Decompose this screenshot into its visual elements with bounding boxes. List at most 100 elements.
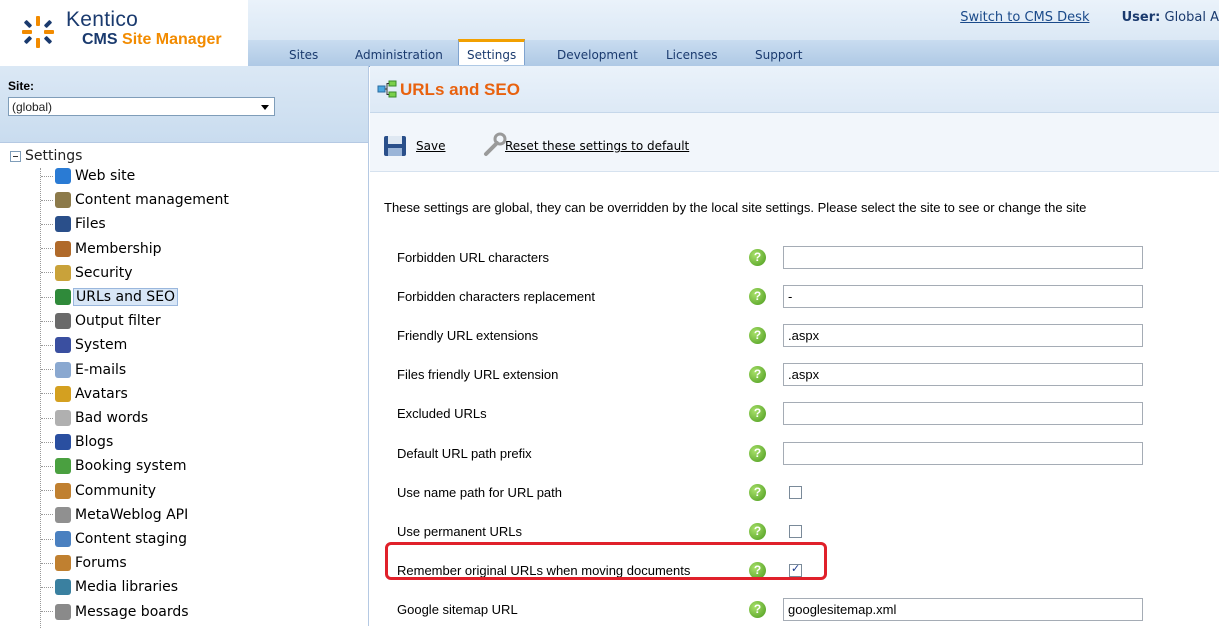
page-title: URLs and SEO bbox=[400, 80, 520, 100]
help-icon[interactable]: ? bbox=[749, 445, 766, 462]
switch-to-cms-desk-link[interactable]: Switch to CMS Desk bbox=[960, 10, 1089, 25]
help-icon[interactable]: ? bbox=[749, 327, 766, 344]
tree-item-booking-system[interactable]: Booking system bbox=[41, 458, 189, 482]
setting-label: Forbidden URL characters bbox=[397, 250, 549, 265]
tree-connector-line bbox=[41, 272, 53, 273]
site-selector-panel: Site: (global) bbox=[0, 66, 368, 143]
tree-item-avatars[interactable]: Avatars bbox=[41, 386, 130, 410]
google-sitemap-url-input[interactable]: googlesitemap.xml bbox=[783, 598, 1143, 621]
tree-item-label: Security bbox=[73, 265, 135, 281]
setting-row-files-friendly-url-extension: Files friendly URL extension?.aspx bbox=[370, 361, 1219, 389]
default-url-path-prefix-input[interactable] bbox=[783, 442, 1143, 465]
tree-item-media-libraries[interactable]: Media libraries bbox=[41, 579, 180, 603]
forbidden-url-characters-input[interactable] bbox=[783, 246, 1143, 269]
tab-sites[interactable]: Sites bbox=[289, 48, 318, 62]
tree-item-files[interactable]: Files bbox=[41, 216, 108, 240]
setting-row-friendly-url-extensions: Friendly URL extensions?.aspx bbox=[370, 322, 1219, 350]
tree-item-output-filter[interactable]: Output filter bbox=[41, 313, 163, 337]
sitemap-icon bbox=[55, 289, 71, 305]
tab-settings[interactable]: Settings bbox=[458, 39, 525, 65]
dropdown-arrow-icon bbox=[261, 105, 269, 110]
tree-item-label: URLs and SEO bbox=[73, 288, 178, 306]
site-select-value: (global) bbox=[12, 100, 52, 114]
tab-development[interactable]: Development bbox=[557, 48, 638, 62]
reset-to-default-button[interactable]: Reset these settings to default bbox=[505, 139, 689, 153]
bad-words-icon bbox=[55, 410, 71, 426]
site-label: Site: bbox=[8, 79, 34, 93]
filter-icon bbox=[55, 313, 71, 329]
collapse-icon[interactable] bbox=[10, 151, 21, 162]
setting-row-default-url-path-prefix: Default URL path prefix? bbox=[370, 440, 1219, 468]
floppy-icon[interactable] bbox=[383, 135, 407, 157]
setting-row-forbidden-url-characters: Forbidden URL characters? bbox=[370, 244, 1219, 272]
highlight-box bbox=[385, 542, 827, 580]
tree-connector-line bbox=[41, 563, 53, 564]
help-icon[interactable]: ? bbox=[749, 366, 766, 383]
tree-item-e-mails[interactable]: E-mails bbox=[41, 362, 128, 386]
floppy-icon bbox=[55, 216, 71, 232]
tree-item-message-boards[interactable]: Message boards bbox=[41, 604, 191, 628]
computer-icon bbox=[55, 337, 71, 353]
save-button[interactable]: Save bbox=[416, 139, 445, 153]
setting-label: Excluded URLs bbox=[397, 406, 487, 421]
tree-item-system[interactable]: System bbox=[41, 337, 129, 361]
help-icon[interactable]: ? bbox=[749, 601, 766, 618]
setting-row-google-sitemap-url: Google sitemap URL? googlesitemap.xml bbox=[370, 596, 1219, 624]
tree-item-label: Media libraries bbox=[73, 579, 180, 595]
tab-support[interactable]: Support bbox=[755, 48, 802, 62]
use-permanent-urls-checkbox[interactable] bbox=[789, 525, 802, 538]
tree-item-web-site[interactable]: Web site bbox=[41, 168, 137, 192]
user-name: Global A bbox=[1165, 10, 1219, 25]
tree-item-membership[interactable]: Membership bbox=[41, 241, 164, 265]
setting-label: Google sitemap URL bbox=[397, 602, 518, 617]
excluded-urls-input[interactable] bbox=[783, 402, 1143, 425]
help-icon[interactable]: ? bbox=[749, 249, 766, 266]
group-icon bbox=[55, 483, 71, 499]
tree-item-label: MetaWeblog API bbox=[73, 507, 190, 523]
header: Kentico CMS Site Manager Switch to CMS D… bbox=[0, 0, 1219, 66]
help-icon[interactable]: ? bbox=[749, 288, 766, 305]
tree-connector-line bbox=[41, 345, 53, 346]
global-settings-info: These settings are global, they can be o… bbox=[384, 200, 1219, 215]
tree-connector-line bbox=[41, 514, 53, 515]
kentico-logo[interactable]: Kentico CMS Site Manager bbox=[8, 4, 248, 64]
tree-item-blogs[interactable]: Blogs bbox=[41, 434, 115, 458]
sitemap-icon bbox=[377, 80, 397, 98]
help-icon[interactable]: ? bbox=[749, 405, 766, 422]
tree-connector-line bbox=[41, 418, 53, 419]
content-pane: URLs and SEO Save Reset these settings t… bbox=[370, 66, 1219, 626]
setting-label: Forbidden characters replacement bbox=[397, 289, 595, 304]
wrench-icon[interactable] bbox=[480, 130, 508, 158]
tree-item-forums[interactable]: Forums bbox=[41, 555, 129, 579]
tree-item-content-management[interactable]: Content management bbox=[41, 192, 231, 216]
tree-connector-line bbox=[41, 466, 53, 467]
files-friendly-url-extension-input[interactable]: .aspx bbox=[783, 363, 1143, 386]
tree-item-security[interactable]: Security bbox=[41, 265, 135, 289]
kentico-logo-icon bbox=[20, 14, 56, 50]
left-pane: Site: (global) Settings Web site Content … bbox=[0, 66, 369, 626]
tree-root-label: Settings bbox=[25, 148, 82, 164]
tree-item-bad-words[interactable]: Bad words bbox=[41, 410, 150, 434]
site-select[interactable]: (global) bbox=[8, 97, 275, 116]
friendly-url-extensions-input[interactable]: .aspx bbox=[783, 324, 1143, 347]
help-icon[interactable]: ? bbox=[749, 484, 766, 501]
forums-icon bbox=[55, 555, 71, 571]
top-links: Switch to CMS Desk User: Global A bbox=[960, 10, 1219, 25]
link-icon bbox=[55, 507, 71, 523]
globe-icon bbox=[55, 168, 71, 184]
tree-item-label: Web site bbox=[73, 168, 137, 184]
tab-administration[interactable]: Administration bbox=[355, 48, 443, 62]
tree-item-metaweblog-api[interactable]: MetaWeblog API bbox=[41, 507, 190, 531]
tab-licenses[interactable]: Licenses bbox=[666, 48, 718, 62]
setting-label: Use name path for URL path bbox=[397, 485, 562, 500]
forbidden-characters-replacement-input[interactable]: - bbox=[783, 285, 1143, 308]
tree-item-community[interactable]: Community bbox=[41, 483, 158, 507]
user-icon bbox=[55, 241, 71, 257]
setting-row-use-name-path-for-url-path: Use name path for URL path? bbox=[370, 479, 1219, 507]
tree-item-content-staging[interactable]: Content staging bbox=[41, 531, 189, 555]
tree-root-settings[interactable]: Settings bbox=[10, 148, 82, 164]
use-name-path-for-url-path-checkbox[interactable] bbox=[789, 486, 802, 499]
help-icon[interactable]: ? bbox=[749, 523, 766, 540]
tree-item-urls-and-seo[interactable]: URLs and SEO bbox=[41, 289, 178, 313]
tree-item-label: Output filter bbox=[73, 313, 163, 329]
